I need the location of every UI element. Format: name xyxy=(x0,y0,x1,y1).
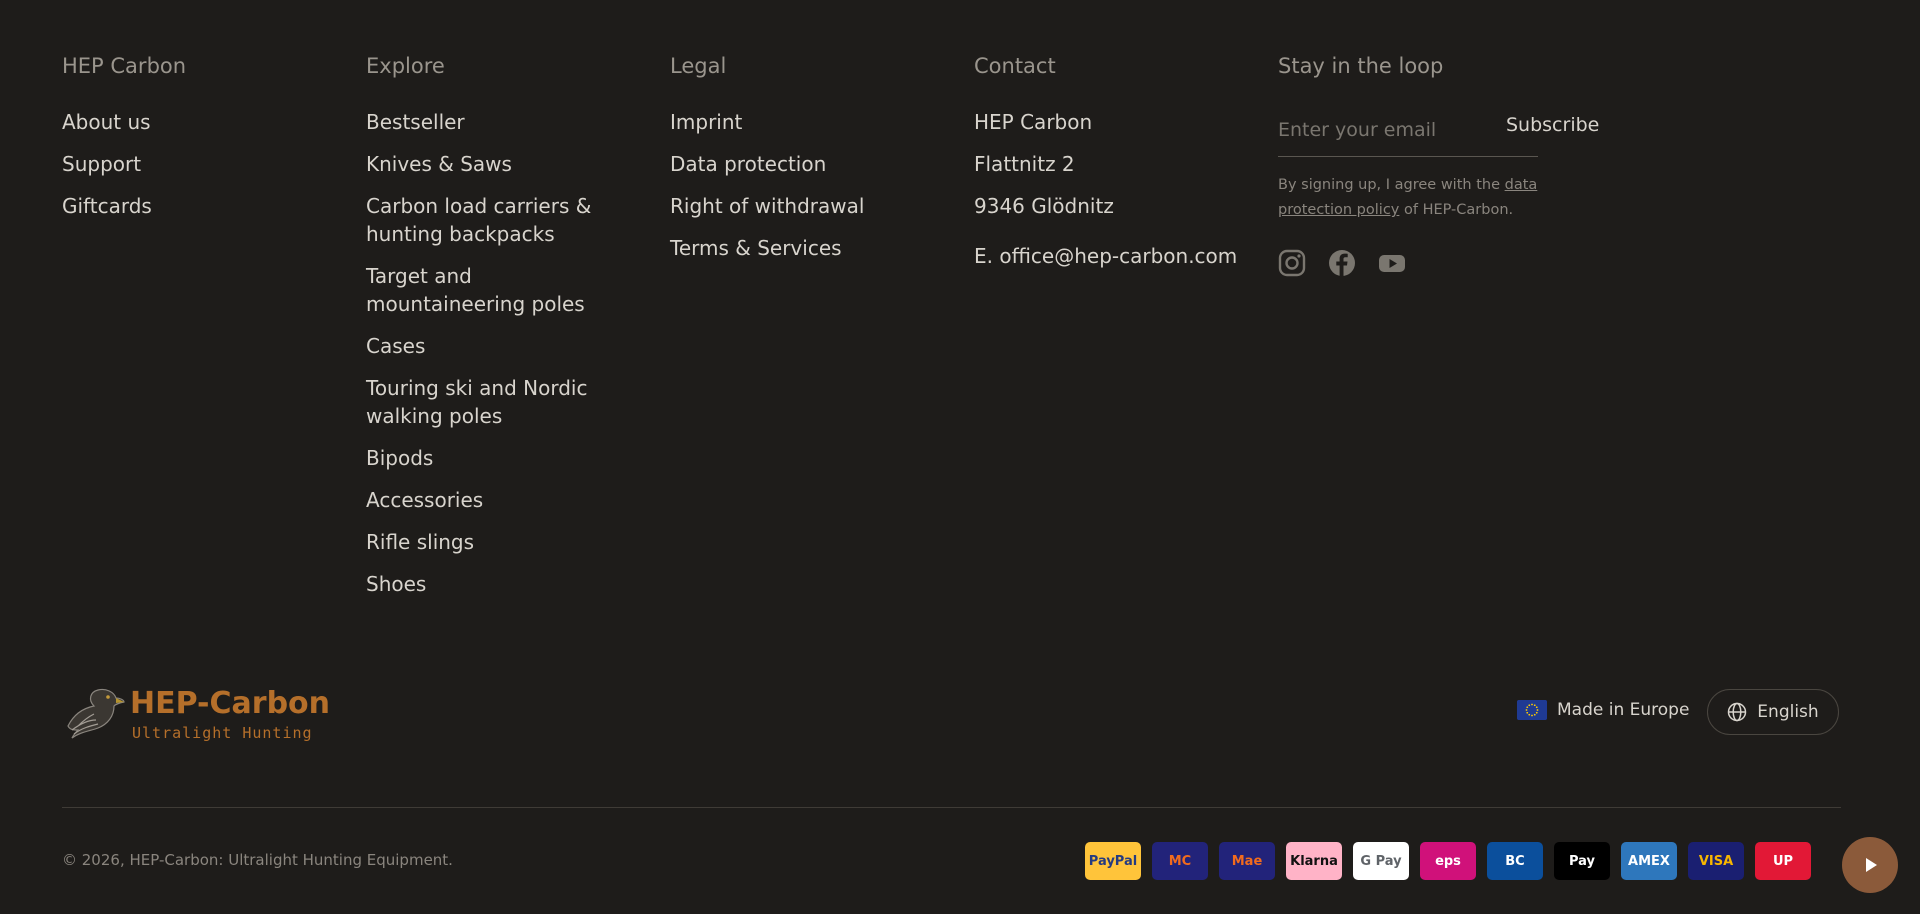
link-about-us[interactable]: About us xyxy=(62,108,186,136)
payment-badge-klarna: Klarna xyxy=(1286,842,1342,880)
eu-flag-icon xyxy=(1517,700,1547,720)
link-cases[interactable]: Cases xyxy=(366,332,621,360)
link-support[interactable]: Support xyxy=(62,150,186,178)
link-giftcards[interactable]: Giftcards xyxy=(62,192,186,220)
link-bestseller[interactable]: Bestseller xyxy=(366,108,621,136)
contact-street: Flattnitz 2 xyxy=(974,152,1075,176)
payment-badge-amex: AMEX xyxy=(1621,842,1677,880)
eagle-icon xyxy=(67,688,125,739)
copyright-text: © 2026, HEP-Carbon: Ultralight Hunting E… xyxy=(62,851,453,869)
link-knives-saws[interactable]: Knives & Saws xyxy=(366,150,621,178)
play-icon xyxy=(1866,858,1877,872)
facebook-icon[interactable] xyxy=(1328,249,1356,277)
newsletter-form: Subscribe xyxy=(1278,108,1599,157)
footer-divider xyxy=(62,807,1841,808)
col-heading-legal: Legal xyxy=(670,54,727,78)
link-imprint[interactable]: Imprint xyxy=(670,108,864,136)
payment-badge-bc: BC xyxy=(1487,842,1543,880)
link-shoes[interactable]: Shoes xyxy=(366,570,621,598)
payment-badge-mc: MC xyxy=(1152,842,1208,880)
col-heading-contact: Contact xyxy=(974,54,1056,78)
footer-col-contact: Contact HEP Carbon Flattnitz 2 9346 Glöd… xyxy=(974,52,1237,270)
play-button[interactable] xyxy=(1842,837,1898,893)
link-rifle-slings[interactable]: Rifle slings xyxy=(366,528,621,556)
language-label: English xyxy=(1757,702,1819,722)
youtube-icon[interactable] xyxy=(1378,249,1406,277)
brand-logo[interactable]: HEP-Carbon Ultralight Hunting xyxy=(64,686,330,744)
instagram-icon[interactable] xyxy=(1278,249,1306,277)
globe-icon xyxy=(1728,702,1747,722)
link-target-poles[interactable]: Target and mountaineering poles xyxy=(366,262,621,318)
consent-pre: By signing up, I agree with the xyxy=(1278,177,1505,193)
contact-city: 9346 Glödnitz xyxy=(974,194,1114,218)
footer-col-explore: Explore Bestseller Knives & Saws Carbon … xyxy=(366,52,621,612)
col-heading-explore: Explore xyxy=(366,54,445,78)
link-accessories[interactable]: Accessories xyxy=(366,486,621,514)
contact-email-link[interactable]: E. office@hep-carbon.com xyxy=(974,242,1237,270)
consent-text: By signing up, I agree with the data pro… xyxy=(1278,173,1548,223)
payment-methods: PayPal MC Mae Klarna G Pay eps BC Pay AMEX VISA UP xyxy=(1085,842,1811,880)
subscribe-button[interactable]: Subscribe xyxy=(1506,114,1599,136)
link-bipods[interactable]: Bipods xyxy=(366,444,621,472)
link-carbon-load-carriers[interactable]: Carbon load carriers & hunting backpacks xyxy=(366,192,621,248)
payment-badge-mae: Mae xyxy=(1219,842,1275,880)
link-terms-services[interactable]: Terms & Services xyxy=(670,234,864,262)
payment-badge-visa: VISA xyxy=(1688,842,1744,880)
email-input[interactable] xyxy=(1278,116,1498,144)
payment-badge-eps: eps xyxy=(1420,842,1476,880)
payment-badge-g-pay: G Pay xyxy=(1353,842,1409,880)
link-touring-ski-poles[interactable]: Touring ski and Nordic walking poles xyxy=(366,374,621,430)
made-in-label: Made in Europe xyxy=(1557,700,1690,720)
footer-col-legal: Legal Imprint Data protection Right of w… xyxy=(670,52,864,276)
logo-tagline: Ultralight Hunting xyxy=(132,724,313,742)
payment-badge-up: UP xyxy=(1755,842,1811,880)
consent-post: of HEP-Carbon. xyxy=(1399,202,1514,218)
made-in-europe: Made in Europe xyxy=(1517,700,1689,720)
payment-badge-paypal: PayPal xyxy=(1085,842,1141,880)
logo-wordmark: HEP-Carbon xyxy=(130,686,331,721)
col-heading-brand: HEP Carbon xyxy=(62,54,187,78)
col-heading-newsletter: Stay in the loop xyxy=(1278,54,1444,78)
payment-badge-pay: Pay xyxy=(1554,842,1610,880)
footer-col-brand: HEP Carbon About us Support Giftcards xyxy=(62,52,186,234)
language-selector[interactable]: English xyxy=(1707,689,1839,735)
link-data-protection[interactable]: Data protection xyxy=(670,150,864,178)
link-right-of-withdrawal[interactable]: Right of withdrawal xyxy=(670,192,864,220)
footer-col-newsletter: Stay in the loop Subscribe By signing up… xyxy=(1278,52,1599,277)
social-links xyxy=(1278,249,1548,277)
contact-company: HEP Carbon xyxy=(974,110,1093,134)
